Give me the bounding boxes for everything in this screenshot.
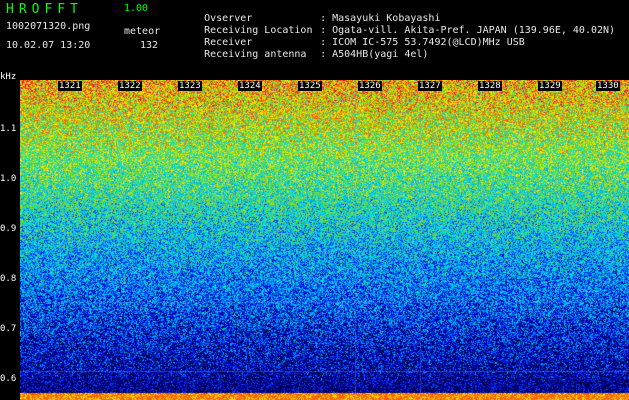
x-tick-label: 1322 <box>118 81 142 91</box>
x-tick-label: 1321 <box>58 81 82 91</box>
x-tick-label: 1325 <box>298 81 322 91</box>
x-tick-label: 1323 <box>178 81 202 91</box>
freq-unit-label: kHz <box>0 72 17 82</box>
x-tick-label: 1329 <box>538 81 562 91</box>
app-title: HROFFT <box>6 2 83 17</box>
detection-type: meteor <box>124 26 161 37</box>
y-tick-label: 0.6 <box>0 374 17 384</box>
y-tick-label: 0.7 <box>0 324 17 334</box>
y-tick-label: 0.9 <box>0 224 17 234</box>
x-tick-label: 1326 <box>358 81 382 91</box>
app-version: 1.00 <box>124 3 149 14</box>
x-tick-label: 1327 <box>418 81 442 91</box>
x-tick-label: 1328 <box>478 81 502 91</box>
x-tick-label: 1324 <box>238 81 262 91</box>
antenna-label: Receiving antenna <box>204 49 307 60</box>
detection-count: 132 <box>140 40 159 51</box>
datetime: 10.02.07 13:20 <box>6 40 91 51</box>
y-tick-label: 1.1 <box>0 124 17 134</box>
spectrogram-canvas <box>20 80 629 400</box>
x-tick-label: 1330 <box>596 81 620 91</box>
header-panel: HROFFT 1.00 1002071320.png meteor 10.02.… <box>0 0 629 72</box>
y-tick-label: 0.8 <box>0 274 17 284</box>
antenna-row: Receiving antenna: A504HB(yagi 4el) <box>180 40 428 70</box>
y-tick-label: 1.0 <box>0 174 17 184</box>
antenna-value: A504HB(yagi 4el) <box>332 49 429 60</box>
antenna-sep: : <box>320 49 327 60</box>
file-name: 1002071320.png <box>6 21 91 32</box>
